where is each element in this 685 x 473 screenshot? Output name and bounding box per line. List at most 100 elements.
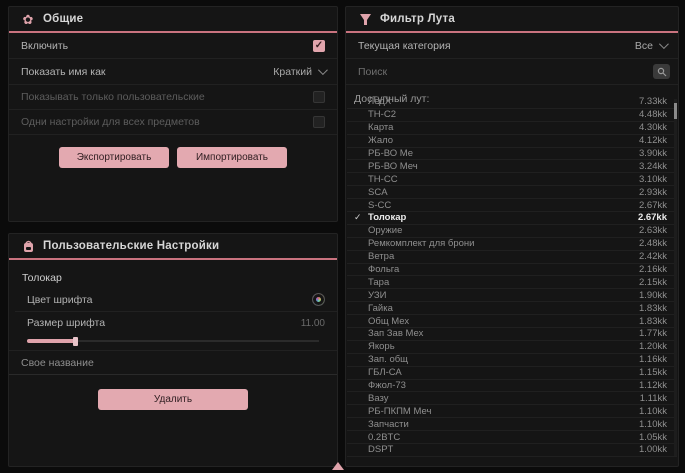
loot-row[interactable]: ✓Толокар2.67kk <box>347 212 677 225</box>
loot-item-name: Гайка <box>368 303 639 314</box>
setting-row-same-settings: Одни настройки для всех предметов <box>9 110 337 135</box>
loot-item-name: РБ-ВО Меч <box>368 161 639 172</box>
loot-row[interactable]: S-CC2.67kk <box>347 199 677 212</box>
selected-item-name: Толокар <box>9 260 337 288</box>
loot-row[interactable]: Ветра2.42kk <box>347 251 677 264</box>
setting-row-name-mode: Показать имя как Краткий <box>9 59 337 85</box>
loot-row[interactable]: Якорь1.20kk <box>347 341 677 354</box>
name-mode-dropdown[interactable]: Краткий <box>273 66 325 78</box>
loot-item-name: Зап Зав Мех <box>368 328 639 339</box>
export-button[interactable]: Экспортировать <box>59 147 169 168</box>
loot-row[interactable]: Гайка1.83kk <box>347 302 677 315</box>
loot-filter-header: Фильтр Лута <box>346 7 678 33</box>
loot-row[interactable]: Общ Мех1.83kk <box>347 315 677 328</box>
loot-item-name: Фольга <box>368 264 639 275</box>
loot-row[interactable]: Зап. общ1.16kk <box>347 354 677 367</box>
loot-row[interactable]: Жало4.12kk <box>347 135 677 148</box>
loot-row[interactable]: Оружие2.63kk <box>347 225 677 238</box>
search-input[interactable] <box>346 66 678 78</box>
slider-handle[interactable] <box>73 337 78 346</box>
loot-row[interactable]: Ремкомплект для брони2.48kk <box>347 238 677 251</box>
loot-row[interactable]: ГБЛ-СА1.15kk <box>347 367 677 380</box>
color-picker-icon[interactable] <box>312 293 325 306</box>
loot-item-value: 1.15kk <box>639 367 667 378</box>
loot-item-value: 2.48kk <box>639 238 667 249</box>
loot-row[interactable]: ТН-С24.48kk <box>347 109 677 122</box>
loot-item-name: ТН-СС <box>368 174 639 185</box>
loot-row[interactable]: РБ-ПКПМ Меч1.10kk <box>347 405 677 418</box>
scrollbar-thumb[interactable] <box>674 103 677 119</box>
loot-row[interactable]: Запчасти1.10kk <box>347 418 677 431</box>
general-panel: ✿ Общие Включить ✓ Показать имя как Крат… <box>8 6 338 222</box>
loot-item-value: 1.11kk <box>640 393 667 404</box>
delete-button[interactable]: Удалить <box>98 389 248 410</box>
loot-item-name: Вазу <box>368 393 640 404</box>
loot-item-name: S-CC <box>368 200 639 211</box>
loot-item-name: Зап. общ <box>368 354 639 365</box>
loot-item-value: 1.12kk <box>639 380 667 391</box>
loot-item-name: ЛедХ <box>368 96 639 107</box>
loot-item-value: 4.30kk <box>639 122 667 133</box>
loot-item-name: РБ-ВО Ме <box>368 148 639 159</box>
loot-row[interactable]: РБ-ВО Меч3.24kk <box>347 160 677 173</box>
general-panel-header: ✿ Общие <box>9 7 337 33</box>
loot-list-scrollbar[interactable] <box>674 99 677 456</box>
loot-row[interactable]: SCA2.93kk <box>347 186 677 199</box>
loot-row[interactable]: Вазу1.11kk <box>347 392 677 405</box>
only-custom-checkbox[interactable] <box>313 91 325 103</box>
loot-row[interactable]: РБ-ВО Ме3.90kk <box>347 148 677 161</box>
expand-collapse-handle[interactable] <box>332 462 344 470</box>
loot-item-value: 1.10kk <box>639 406 667 417</box>
loot-item-value: 4.48kk <box>639 109 667 120</box>
loot-item-name: ГБЛ-СА <box>368 367 639 378</box>
font-size-slider[interactable] <box>27 336 319 346</box>
import-button[interactable]: Импортировать <box>177 147 287 168</box>
loot-item-name: Карта <box>368 122 639 133</box>
loot-item-value: 2.15kk <box>639 277 667 288</box>
loot-row[interactable]: УЗИ1.90kk <box>347 289 677 302</box>
loot-item-value: 1.20kk <box>639 341 667 352</box>
loot-row[interactable]: Фжол-731.12kk <box>347 380 677 393</box>
loot-row[interactable]: Карта4.30kk <box>347 122 677 135</box>
loot-item-value: 2.63kk <box>639 225 667 236</box>
loot-row[interactable]: DSPT1.00kk <box>347 444 677 457</box>
loot-item-name: DSPT <box>368 444 639 455</box>
slider-fill <box>27 339 75 343</box>
same-settings-checkbox[interactable] <box>313 116 325 128</box>
enable-checkbox[interactable]: ✓ <box>313 40 325 52</box>
category-dropdown[interactable]: Все <box>635 40 666 52</box>
search-icon[interactable] <box>653 64 670 79</box>
font-color-row: Цвет шрифта <box>15 288 337 312</box>
loot-item-value: 3.24kk <box>639 161 667 172</box>
loot-item-name: Ветра <box>368 251 639 262</box>
loot-row[interactable]: 0.2BTC1.05kk <box>347 431 677 444</box>
loot-item-value: 7.33kk <box>639 96 667 107</box>
loot-item-name: Фжол-73 <box>368 380 639 391</box>
chevron-down-icon <box>659 39 669 49</box>
setting-row-only-custom: Показывать только пользовательские <box>9 85 337 110</box>
loot-row[interactable]: ЛедХ7.33kk <box>347 96 677 109</box>
loot-item-name: 0.2BTC <box>368 432 639 443</box>
loot-item-value: 3.90kk <box>639 148 667 159</box>
search-row <box>346 59 678 85</box>
loot-item-value: 2.67kk <box>638 212 667 223</box>
name-mode-value: Краткий <box>273 66 312 78</box>
font-size-row: Размер шрифта 11.00 <box>15 312 337 334</box>
loot-row[interactable]: Фольга2.16kk <box>347 264 677 277</box>
funnel-icon <box>358 12 372 26</box>
loot-item-value: 1.90kk <box>639 290 667 301</box>
loot-row[interactable]: Зап Зав Мех1.77kk <box>347 328 677 341</box>
loot-row[interactable]: ТН-СС3.10kk <box>347 173 677 186</box>
category-value: Все <box>635 40 653 52</box>
font-size-value: 11.00 <box>301 318 325 329</box>
custom-name-input[interactable] <box>9 351 337 375</box>
setting-row-enable: Включить ✓ <box>9 33 337 59</box>
loot-item-name: Тара <box>368 277 639 288</box>
loot-item-name: Якорь <box>368 341 639 352</box>
loot-item-value: 4.12kk <box>639 135 667 146</box>
loot-item-value: 2.67kk <box>639 200 667 211</box>
loot-row[interactable]: Тара2.15kk <box>347 276 677 289</box>
loot-filter-title: Фильтр Лута <box>380 13 455 25</box>
loot-item-name: Ремкомплект для брони <box>368 238 639 249</box>
loot-item-name: ТН-С2 <box>368 109 639 120</box>
